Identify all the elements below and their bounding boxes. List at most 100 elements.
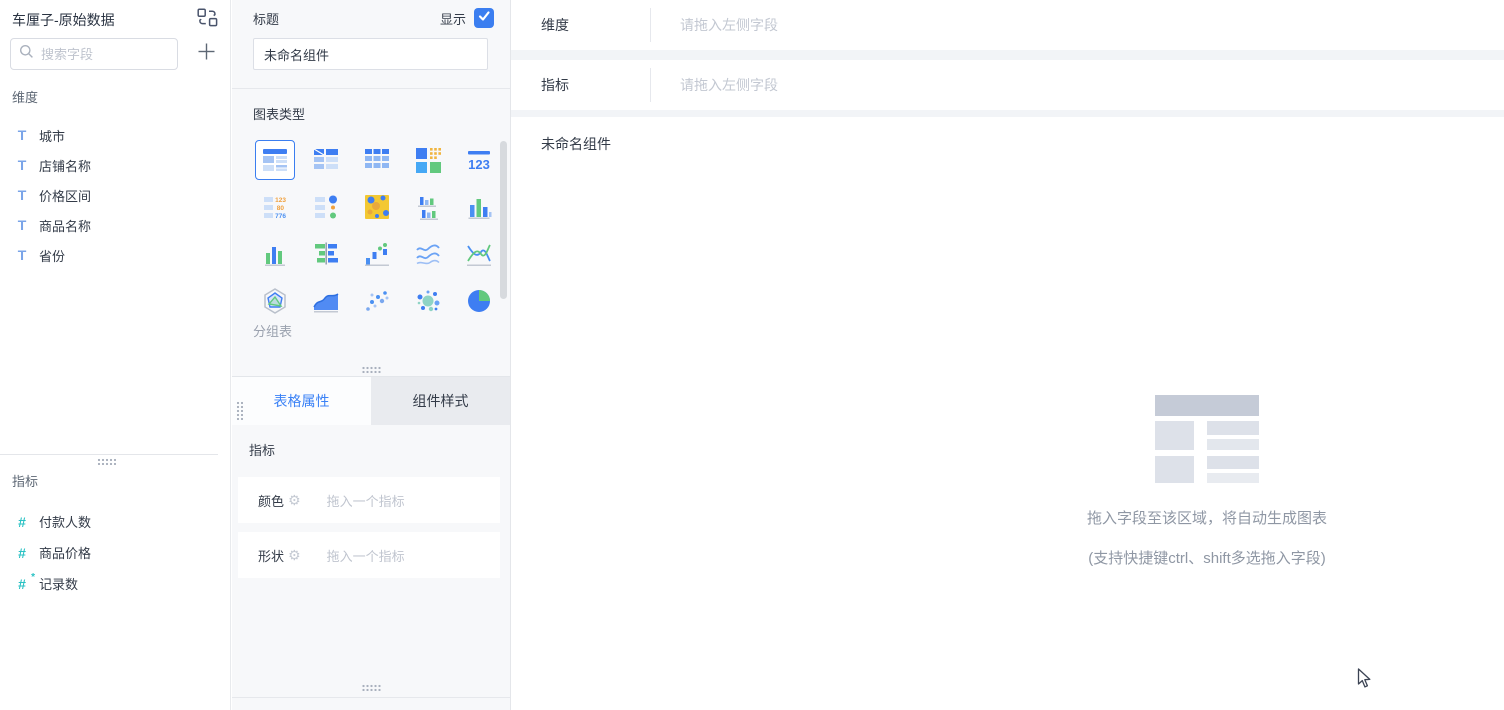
- field-label: 价格区间: [39, 186, 91, 205]
- field-label: 商品价格: [39, 543, 91, 562]
- placeholder-bar: [1207, 421, 1259, 435]
- plus-icon: [197, 42, 216, 66]
- chart-type-radar-chart[interactable]: [249, 277, 300, 324]
- measure-shelf-label: 指标: [541, 60, 569, 110]
- chart-type-ranking-table[interactable]: 12380776: [249, 183, 300, 230]
- chart-type-scrollbar[interactable]: [500, 141, 507, 299]
- dimension-shelf[interactable]: 维度 请拖入左侧字段: [511, 0, 1504, 50]
- text-field-icon: T: [14, 157, 30, 173]
- search-row: [10, 38, 220, 70]
- chart-config-panel: 标题 显示 图表类型 123: [232, 0, 511, 710]
- switch-dataset-button[interactable]: [194, 7, 220, 33]
- shape-slot-placeholder: 拖入一个指标: [327, 546, 405, 565]
- chart-type-color-map[interactable]: [351, 183, 402, 230]
- title-row: 标题 显示: [253, 6, 494, 30]
- chart-type-number-card[interactable]: 123: [453, 136, 504, 183]
- title-label: 标题: [253, 9, 279, 28]
- bar-chart-icon: [459, 187, 499, 227]
- dual-line-icon: [459, 234, 499, 274]
- dimension-field-price-range[interactable]: T 价格区间: [0, 180, 230, 210]
- field-label: 付款人数: [39, 512, 91, 531]
- show-title-checkbox[interactable]: [474, 8, 494, 28]
- dimension-list: T 城市 T 店铺名称 T 价格区间 T 商品名称 T 省份: [0, 120, 230, 270]
- number-field-icon: #: [14, 545, 30, 561]
- calculated-marker: *: [31, 572, 35, 583]
- chart-canvas: 维度 请拖入左侧字段 指标 请拖入左侧字段 未命名组件 拖入字段至该区域，将自动…: [511, 0, 1504, 710]
- checkmark-icon: [477, 9, 491, 28]
- panel-vertical-resize-handle[interactable]: [362, 366, 381, 373]
- shape-drop-slot[interactable]: 形状 ⚙ 拖入一个指标: [238, 532, 500, 578]
- config-tabbar: 表格属性 组件样式: [232, 376, 510, 425]
- tab-component-style[interactable]: 组件样式: [371, 377, 510, 425]
- search-field-box[interactable]: [10, 38, 178, 70]
- waterfall-icon: [357, 234, 397, 274]
- color-drop-slot[interactable]: 颜色 ⚙ 拖入一个指标: [238, 477, 500, 523]
- search-icon: [19, 44, 34, 64]
- widget-title-input[interactable]: [253, 38, 488, 70]
- svg-text:80: 80: [276, 205, 284, 212]
- chart-type-bar-chart[interactable]: [453, 183, 504, 230]
- dimension-shelf-placeholder: 请拖入左侧字段: [680, 0, 778, 50]
- panel-bottom-divider: [232, 697, 510, 698]
- chart-type-dual-line[interactable]: [453, 230, 504, 277]
- histogram-icon: [255, 234, 295, 274]
- chart-type-detail-table[interactable]: [351, 136, 402, 183]
- measure-shelf-placeholder: 请拖入左侧字段: [680, 60, 778, 110]
- radar-chart-icon: [255, 281, 295, 321]
- shape-slot-label: 形状: [258, 546, 284, 565]
- shelf-divider: [650, 68, 651, 102]
- measure-field-product-price[interactable]: # 商品价格: [0, 537, 230, 568]
- chart-drop-area[interactable]: 未命名组件 拖入字段至该区域，将自动生成图表 (支持快捷键ctrl、shift多…: [511, 117, 1504, 710]
- measures-section-label: 指标: [12, 471, 38, 490]
- chart-type-cross-table[interactable]: [300, 136, 351, 183]
- chart-type-multi-series-bar[interactable]: [402, 183, 453, 230]
- chart-type-area-chart[interactable]: [300, 277, 351, 324]
- field-sidebar: 车厘子-原始数据: [0, 0, 231, 710]
- chart-type-progress-dots[interactable]: [300, 183, 351, 230]
- chart-type-section-label: 图表类型: [253, 104, 305, 123]
- chart-type-bubble-chart[interactable]: [402, 277, 453, 324]
- field-label: 城市: [39, 126, 65, 145]
- measure-shelf[interactable]: 指标 请拖入左侧字段: [511, 60, 1504, 110]
- panel-bottom-resize-handle[interactable]: [362, 684, 381, 691]
- panel-horizontal-resize-handle[interactable]: [236, 401, 243, 420]
- gear-icon[interactable]: ⚙: [288, 547, 301, 564]
- chart-type-waterfall[interactable]: [351, 230, 402, 277]
- detail-table-icon: [357, 140, 397, 180]
- scatter-plot-icon: [357, 281, 397, 321]
- chart-type-pie-chart[interactable]: [453, 277, 504, 324]
- sidebar-resize-handle[interactable]: [97, 458, 116, 465]
- color-slot-placeholder: 拖入一个指标: [327, 491, 405, 510]
- progress-dots-icon: [306, 187, 346, 227]
- text-field-icon: T: [14, 127, 30, 143]
- chart-type-histogram[interactable]: [249, 230, 300, 277]
- ranking-table-icon: 12380776: [255, 187, 295, 227]
- widget-title: 未命名组件: [541, 134, 611, 154]
- chart-type-scatter-plot[interactable]: [351, 277, 402, 324]
- field-label: 店铺名称: [39, 156, 91, 175]
- dataset-header: 车厘子-原始数据: [12, 6, 220, 34]
- horizontal-bar-icon: [306, 234, 346, 274]
- placeholder-bar: [1207, 473, 1259, 483]
- kanban-card-icon: [408, 140, 448, 180]
- gear-icon[interactable]: ⚙: [288, 492, 301, 509]
- shelf-divider: [650, 8, 651, 42]
- dimension-field-province[interactable]: T 省份: [0, 240, 230, 270]
- chart-type-kanban-card[interactable]: [402, 136, 453, 183]
- dimension-field-shop-name[interactable]: T 店铺名称: [0, 150, 230, 180]
- tab-table-properties[interactable]: 表格属性: [232, 377, 371, 425]
- dimension-field-product-name[interactable]: T 商品名称: [0, 210, 230, 240]
- measure-field-payers[interactable]: # 付款人数: [0, 506, 230, 537]
- pie-chart-icon: [459, 281, 499, 321]
- dimension-field-city[interactable]: T 城市: [0, 120, 230, 150]
- chart-type-line-chart[interactable]: [402, 230, 453, 277]
- measure-field-record-count[interactable]: #* 记录数: [0, 568, 230, 599]
- panel-divider: [232, 88, 510, 89]
- color-map-icon: [357, 187, 397, 227]
- chart-type-horizontal-bar[interactable]: [300, 230, 351, 277]
- add-field-button[interactable]: [194, 42, 218, 66]
- search-input[interactable]: [41, 47, 217, 62]
- chart-type-grid: 123 12380776: [249, 136, 504, 324]
- chart-type-group-table[interactable]: [249, 136, 300, 183]
- sidebar-section-divider: [0, 454, 218, 455]
